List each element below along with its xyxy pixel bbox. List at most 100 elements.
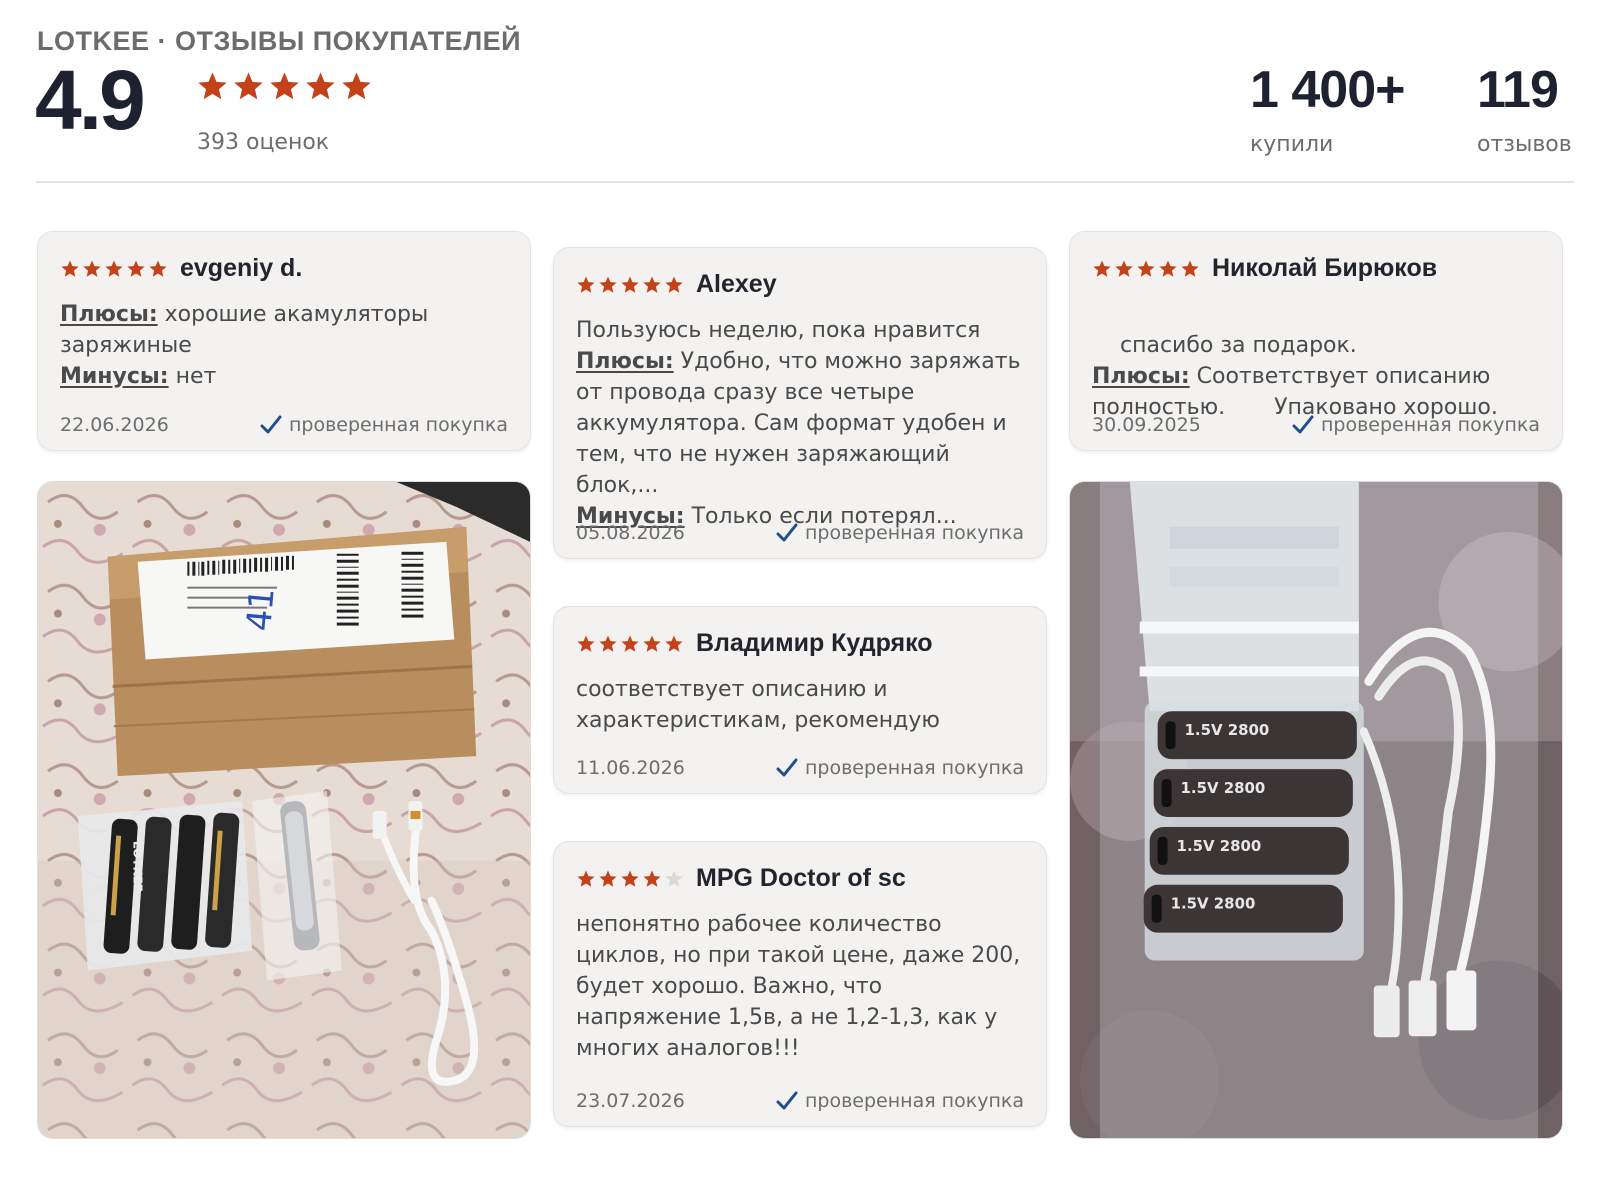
average-rating: 4.9 <box>35 53 146 147</box>
star-filled-icon <box>83 260 101 277</box>
review-author: Владимир Кудряко <box>696 629 933 657</box>
review-text: соответствует описанию и характеристикам… <box>576 677 940 733</box>
star-filled-icon <box>149 260 167 277</box>
review-stars <box>576 634 684 654</box>
review-author: Николай Бирюков <box>1212 254 1438 282</box>
star-filled-icon <box>234 72 263 100</box>
checkmark-icon <box>776 758 798 777</box>
review-stars <box>60 259 168 279</box>
star-filled-icon <box>61 260 79 277</box>
bought-stat: 1 400+ купили <box>1250 64 1405 157</box>
review-card-nikolay[interactable]: Николай Бирюков спасибо за подарок. Плюсы… <box>1069 231 1563 451</box>
star-filled-icon <box>599 635 617 652</box>
header-divider <box>36 181 1574 183</box>
review-text: непонятно рабочее количество циклов, но … <box>576 912 1021 1061</box>
review-card-mpg[interactable]: MPG Doctor of sc непонятно рабочее колич… <box>553 841 1047 1127</box>
star-filled-icon <box>665 276 683 293</box>
star-filled-icon <box>643 276 661 293</box>
star-filled-icon <box>621 276 639 293</box>
star-filled-icon <box>1181 260 1199 277</box>
star-filled-icon <box>270 72 299 100</box>
star-filled-icon <box>198 72 227 100</box>
verified-badge: проверенная покупка <box>776 757 1024 779</box>
star-filled-icon <box>599 276 617 293</box>
reviews-label: отзывов <box>1477 132 1572 157</box>
checkmark-icon <box>260 415 282 434</box>
verified-label: проверенная покупка <box>804 757 1024 779</box>
plus-label: Плюсы: <box>60 302 158 327</box>
review-author: Alexey <box>696 270 777 298</box>
star-filled-icon <box>105 260 123 277</box>
review-date: 30.09.2025 <box>1092 414 1201 436</box>
review-card-evgeniy[interactable]: evgeniy d. Плюсы: хорошие акамуляторы за… <box>37 231 531 451</box>
box-handwriting: 41 <box>239 586 282 632</box>
verified-badge: проверенная покупка <box>776 1090 1024 1112</box>
verified-badge: проверенная покупка <box>1292 414 1540 436</box>
battery-label-2: 1.5V 2800 <box>1181 779 1266 797</box>
verified-label: проверенная покупка <box>288 414 508 436</box>
minus-text: нет <box>175 364 217 389</box>
star-filled-icon <box>621 635 639 652</box>
plus-label: Плюсы: <box>1092 364 1190 389</box>
star-filled-icon <box>599 870 617 887</box>
average-rating-stars <box>196 70 373 103</box>
photo-icon: 41 LOTKEE <box>38 482 530 1138</box>
review-photo-package[interactable]: 41 LOTKEE <box>37 481 531 1139</box>
star-filled-icon <box>1115 260 1133 277</box>
battery-label-3: 1.5V 2800 <box>1177 837 1262 855</box>
review-stars <box>576 869 684 889</box>
star-filled-icon <box>621 870 639 887</box>
review-body: Пользуюсь неделю, пока нравится Плюсы: У… <box>576 315 1024 532</box>
star-filled-icon <box>577 870 595 887</box>
star-filled-icon <box>127 260 145 277</box>
review-date: 05.08.2026 <box>576 522 685 544</box>
verified-badge: проверенная покупка <box>776 522 1024 544</box>
review-footer: 11.06.2026 проверенная покупка <box>576 757 1024 779</box>
reviews-stat: 119 отзывов <box>1477 64 1572 157</box>
verified-label: проверенная покупка <box>1320 414 1540 436</box>
battery-brand-text: LOTKEE <box>131 841 145 892</box>
star-filled-icon <box>643 635 661 652</box>
review-text: Пользуюсь неделю, пока нравится <box>576 318 981 343</box>
star-filled-icon <box>342 72 371 100</box>
star-filled-icon <box>665 635 683 652</box>
review-footer: 30.09.2025 проверенная покупка <box>1092 414 1540 436</box>
review-stars <box>1092 259 1200 279</box>
rating-count: 393 оценок <box>197 130 330 155</box>
review-date: 22.06.2026 <box>60 414 169 436</box>
review-body: непонятно рабочее количество циклов, но … <box>576 909 1024 1064</box>
review-body: Плюсы: хорошие акамуляторы заряжиные Мин… <box>60 299 508 392</box>
review-date: 11.06.2026 <box>576 757 685 779</box>
star-filled-icon <box>1137 260 1155 277</box>
verified-label: проверенная покупка <box>804 522 1024 544</box>
checkmark-icon <box>1292 415 1314 434</box>
minus-label: Минусы: <box>60 364 169 389</box>
photo-icon: 1.5V 2800 1.5V 2800 1.5V 2800 1.5V 2800 <box>1070 482 1562 1138</box>
bought-label: купили <box>1250 132 1334 157</box>
review-photo-batteries[interactable]: 1.5V 2800 1.5V 2800 1.5V 2800 1.5V 2800 <box>1069 481 1563 1139</box>
verified-badge: проверенная покупка <box>260 414 508 436</box>
review-card-vladimir[interactable]: Владимир Кудряко соответствует описанию … <box>553 606 1047 794</box>
plus-label: Плюсы: <box>576 349 674 374</box>
review-date: 23.07.2026 <box>576 1090 685 1112</box>
star-filled-icon <box>1093 260 1111 277</box>
review-author: MPG Doctor of sc <box>696 864 906 892</box>
review-footer: 22.06.2026 проверенная покупка <box>60 414 508 436</box>
battery-label-4: 1.5V 2800 <box>1171 895 1256 913</box>
review-stars <box>576 275 684 295</box>
checkmark-icon <box>776 1091 798 1110</box>
review-footer: 05.08.2026 проверенная покупка <box>576 522 1024 544</box>
star-filled-icon <box>577 276 595 293</box>
review-author: evgeniy d. <box>180 254 303 282</box>
review-body: соответствует описанию и характеристикам… <box>576 674 1024 736</box>
checkmark-icon <box>776 523 798 542</box>
battery-label-1: 1.5V 2800 <box>1185 721 1270 739</box>
review-footer: 23.07.2026 проверенная покупка <box>576 1090 1024 1112</box>
star-filled-icon <box>643 870 661 887</box>
review-card-alexey[interactable]: Alexey Пользуюсь неделю, пока нравится П… <box>553 247 1047 559</box>
star-empty-icon <box>665 870 683 887</box>
reviews-value: 119 <box>1477 61 1559 119</box>
review-text: спасибо за подарок. <box>1119 333 1357 358</box>
verified-label: проверенная покупка <box>804 1090 1024 1112</box>
star-filled-icon <box>1159 260 1177 277</box>
